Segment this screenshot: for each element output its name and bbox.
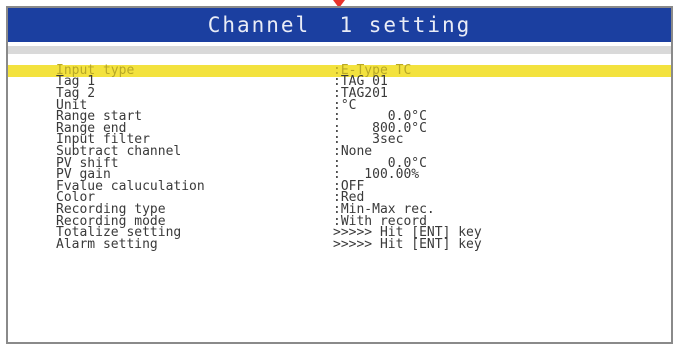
setting-label: Alarm setting: [56, 236, 158, 252]
title-bar: Channel 1 setting: [8, 8, 671, 42]
settings-list: Input type :E-Type TC Tag 1 :TAG 01 Tag …: [8, 64, 671, 252]
setting-row-alarm-setting[interactable]: Alarm setting >>>>> Hit [ENT] key: [8, 236, 671, 252]
screen-title: Channel 1 setting: [207, 13, 472, 37]
channel-setting-screen: Channel 1 setting Input type :E-Type TC …: [6, 6, 673, 344]
setting-value: >>>>> Hit [ENT] key: [333, 236, 482, 252]
title-separator: [8, 46, 671, 54]
